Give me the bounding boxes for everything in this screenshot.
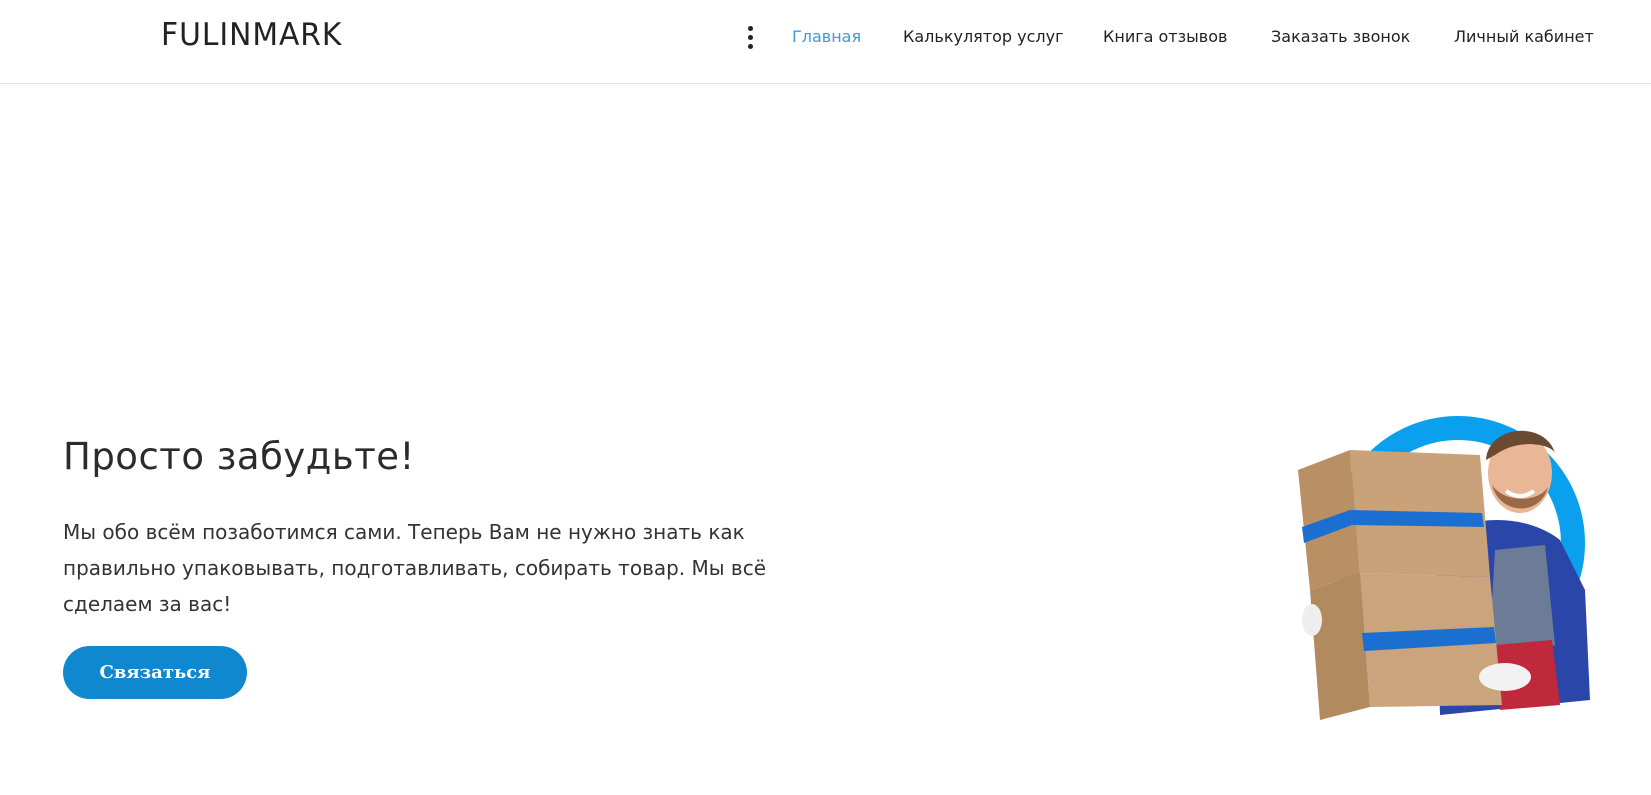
hero-title: Просто забудьте! [63,435,415,478]
site-header: FULINMARK Главная Калькулятор услуг Книг… [0,0,1651,84]
kebab-menu-icon[interactable] [742,24,760,52]
nav-item-home[interactable]: Главная [792,25,861,49]
contact-button[interactable]: Связаться [63,646,247,699]
nav-item-reviews[interactable]: Книга отзывов [1103,25,1227,49]
site-logo[interactable]: FULINMARK [161,15,342,55]
hero-description: Мы обо всём позаботимся сами. Теперь Вам… [63,520,767,616]
kebab-dot [748,35,753,40]
delivery-man-illustration [1298,416,1590,720]
kebab-dot [748,44,753,49]
worker-glove-right [1479,663,1531,691]
worker-glove-left [1302,604,1322,636]
nav-item-order-call[interactable]: Заказать звонок [1271,25,1410,49]
nav-item-account[interactable]: Личный кабинет [1454,25,1594,49]
box-bottom-side [1310,573,1370,720]
kebab-dot [748,26,753,31]
nav-item-calculator[interactable]: Калькулятор услуг [903,25,1064,49]
